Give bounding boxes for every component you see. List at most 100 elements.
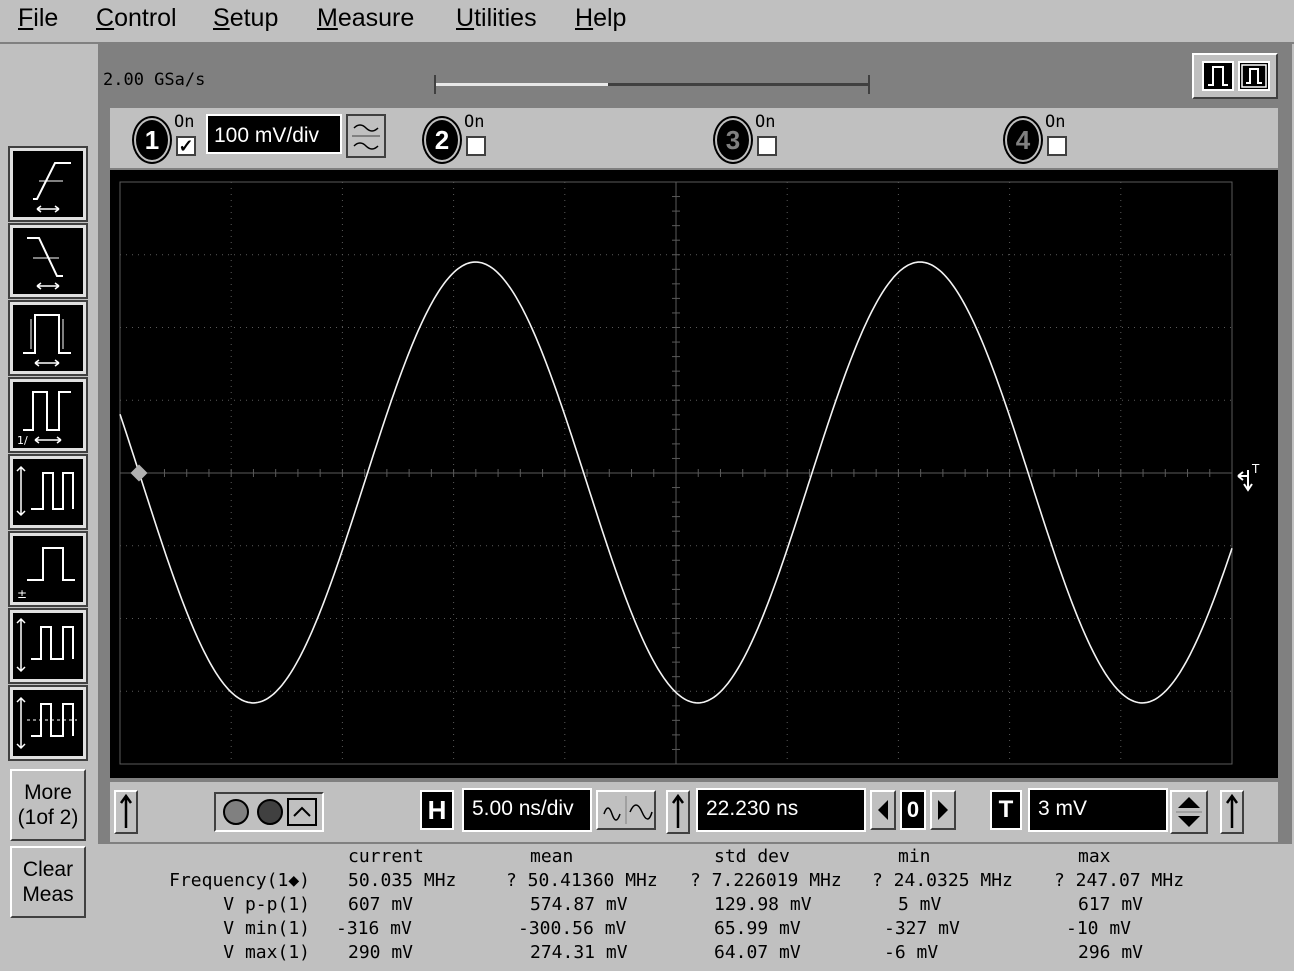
left-scroll-button[interactable] xyxy=(114,790,138,834)
meas-max: 296 mV xyxy=(1078,942,1144,963)
channel-3-on-label: On xyxy=(755,112,776,132)
fall-time-icon xyxy=(27,237,63,290)
time-scale-stepper[interactable] xyxy=(596,790,656,830)
zero-position-button[interactable]: 0 xyxy=(900,790,926,830)
position-right-button[interactable] xyxy=(930,790,956,830)
clear-meas-button[interactable]: Clear Meas xyxy=(10,846,86,918)
amplitude-button[interactable] xyxy=(8,454,88,530)
delay-reference-button[interactable] xyxy=(666,790,690,834)
vavg-button[interactable] xyxy=(8,685,88,761)
header-mean: mean xyxy=(530,846,574,867)
meas-min: -327 mV xyxy=(884,918,960,939)
time-per-div-field[interactable]: 5.00 ns/div xyxy=(462,788,592,832)
meas-max: ? 247.07 MHz xyxy=(1054,870,1185,891)
header-min: min xyxy=(898,846,931,867)
svg-text:1/: 1/ xyxy=(17,434,28,447)
pulse-width-button[interactable] xyxy=(8,300,88,376)
horizontal-position-field[interactable]: 22.230 ns xyxy=(696,788,866,832)
trigger-level-stepper[interactable] xyxy=(1170,790,1208,834)
waveform-display[interactable]: T xyxy=(110,170,1278,778)
meas-current: 290 mV xyxy=(348,942,414,963)
meas-name: V p-p(1) xyxy=(223,894,310,915)
up-arrow-icon xyxy=(671,793,685,828)
framed-pulse-button[interactable] xyxy=(1238,61,1270,91)
overshoot-icon: ± xyxy=(17,547,75,601)
measurement-results: current mean std dev min max Frequency(1… xyxy=(98,846,1294,971)
channel-1-on-checkbox[interactable]: ✓ xyxy=(176,136,196,156)
meas-std-dev: ? 7.226019 MHz xyxy=(690,870,842,891)
channel-2-on-checkbox[interactable] xyxy=(466,136,486,156)
meas-name: V min(1) xyxy=(223,918,310,939)
memory-bar-fill xyxy=(434,83,609,86)
meas-std-dev: 129.98 mV xyxy=(714,894,812,915)
channel-bar: 1 On ✓ 100 mV/div 2 On 3 On 4 On xyxy=(110,108,1278,168)
framed-pulse-icon xyxy=(1241,64,1267,88)
trigger-level-field[interactable]: 3 mV xyxy=(1028,788,1168,832)
meas-name: Frequency(1◆) xyxy=(169,870,310,891)
left-triangle-icon xyxy=(878,800,888,820)
meas-std-dev: 64.07 mV xyxy=(714,942,801,963)
menu-setup[interactable]: Setup xyxy=(213,4,278,33)
channel-1-scale-field[interactable]: 100 mV/div xyxy=(206,114,342,154)
meas-mean: -300.56 mV xyxy=(518,918,627,939)
vpp-icon xyxy=(16,617,74,673)
memory-bar xyxy=(434,75,870,94)
channel-3-on-checkbox[interactable] xyxy=(757,136,777,156)
channel-4-badge[interactable]: 4 xyxy=(1005,118,1041,162)
measurement-marker-icon xyxy=(130,464,148,482)
meas-mean: 274.31 mV xyxy=(530,942,628,963)
menu-measure[interactable]: Measure xyxy=(317,4,414,33)
meas-min: -6 mV xyxy=(884,942,939,963)
meas-min: ? 24.0325 MHz xyxy=(872,870,1013,891)
overshoot-button[interactable]: ± xyxy=(8,531,88,607)
period-button[interactable]: 1/ xyxy=(8,377,88,453)
up-down-stepper-icon xyxy=(1176,797,1202,827)
graticule xyxy=(119,181,1233,765)
trigger-scroll-button[interactable] xyxy=(1220,790,1244,834)
meas-std-dev: 65.99 mV xyxy=(714,918,801,939)
channel-2-badge[interactable]: 2 xyxy=(424,118,460,162)
rise-time-button[interactable] xyxy=(8,146,88,222)
trigger-button[interactable]: T xyxy=(990,790,1022,830)
run-icon[interactable] xyxy=(223,799,249,825)
coupling-selector[interactable] xyxy=(346,114,386,158)
vavg-icon xyxy=(16,696,77,750)
meas-min: 5 mV xyxy=(898,894,942,915)
channel-3-badge[interactable]: 3 xyxy=(715,118,751,162)
channel-4-on-checkbox[interactable] xyxy=(1047,136,1067,156)
menu-control[interactable]: Control xyxy=(96,4,177,33)
single-pulse-button[interactable] xyxy=(1202,61,1234,91)
meas-max: 617 mV xyxy=(1078,894,1144,915)
fall-time-button[interactable] xyxy=(8,223,88,299)
more-button[interactable]: More (1of 2) xyxy=(10,769,86,841)
header-max: max xyxy=(1078,846,1111,867)
coupling-icon xyxy=(352,124,380,150)
menu-bar: File Control Setup Measure Utilities Hel… xyxy=(0,0,1294,44)
header-std-dev: std dev xyxy=(714,846,790,867)
rise-time-icon xyxy=(33,162,71,213)
svg-text:T: T xyxy=(1251,462,1260,476)
display-mode-buttons xyxy=(1192,53,1278,99)
right-triangle-icon xyxy=(938,800,948,820)
vpp-button[interactable] xyxy=(8,608,88,684)
menu-utilities[interactable]: Utilities xyxy=(456,4,537,33)
meas-name: V max(1) xyxy=(223,942,310,963)
menu-help[interactable]: Help xyxy=(575,4,626,33)
menu-file[interactable]: File xyxy=(18,4,58,33)
sample-rate-label: 2.00 GSa/s xyxy=(103,70,206,90)
up-arrow-icon xyxy=(1225,793,1239,828)
channel-1-on-label: On xyxy=(174,112,195,132)
channel-2-on-label: On xyxy=(464,112,485,132)
single-icon[interactable] xyxy=(287,798,317,826)
horizontal-button[interactable]: H xyxy=(420,790,454,830)
up-arrow-icon xyxy=(119,793,133,828)
meas-current: 607 mV xyxy=(348,894,414,915)
period-icon: 1/ xyxy=(17,391,71,447)
position-left-button[interactable] xyxy=(870,790,896,830)
meas-current: -316 mV xyxy=(336,918,412,939)
header-current: current xyxy=(348,846,424,867)
waveform-svg: T xyxy=(119,181,1260,765)
meas-current: 50.035 MHz xyxy=(348,870,457,891)
stop-icon[interactable] xyxy=(257,799,283,825)
channel-1-badge[interactable]: 1 xyxy=(134,118,170,162)
